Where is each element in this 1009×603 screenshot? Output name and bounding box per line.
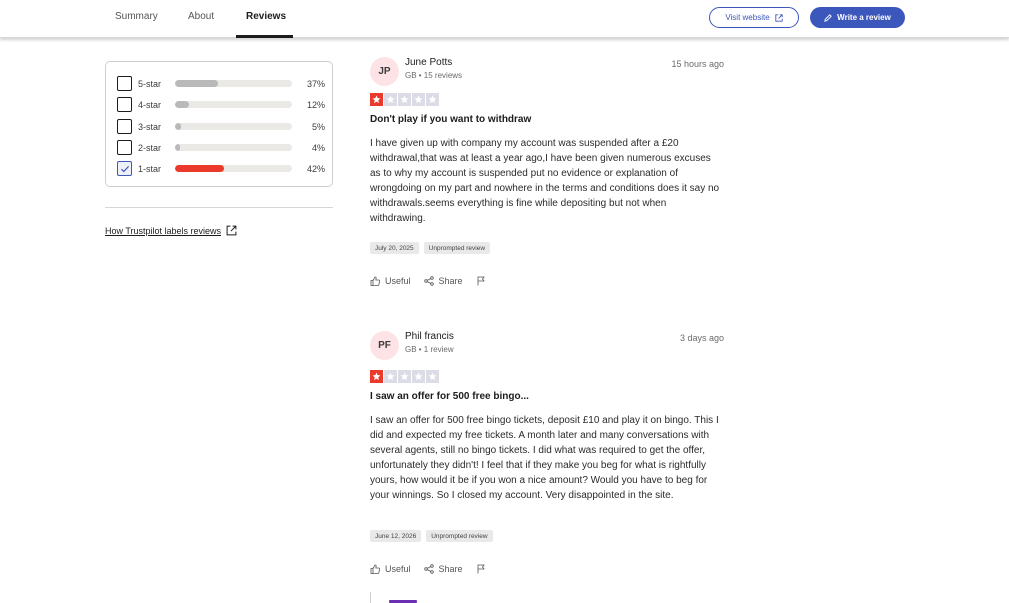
star-icon bbox=[370, 93, 383, 106]
rating-bar-track bbox=[175, 144, 292, 151]
filter-row-1-star[interactable]: 1-star 42% bbox=[117, 160, 325, 177]
filter-row-3-star[interactable]: 3-star 5% bbox=[117, 118, 325, 135]
filter-row-2-star[interactable]: 2-star 4% bbox=[117, 139, 325, 156]
review-tags: June 12, 2026 Unprompted review bbox=[370, 530, 493, 542]
review-title[interactable]: Don't play if you want to withdraw bbox=[370, 114, 531, 125]
reviewer-name[interactable]: June Potts bbox=[405, 57, 452, 68]
rating-bar-fill bbox=[175, 101, 190, 108]
useful-label: Useful bbox=[385, 564, 411, 574]
star-icon bbox=[426, 370, 439, 383]
avatar[interactable]: JP bbox=[370, 57, 399, 86]
sidebar-divider bbox=[105, 207, 333, 208]
star-icon bbox=[398, 93, 411, 106]
flag-icon bbox=[477, 564, 485, 574]
useful-button[interactable]: Useful bbox=[370, 276, 411, 286]
review-body: I saw an offer for 500 free bingo ticket… bbox=[370, 415, 719, 501]
share-label: Share bbox=[438, 276, 463, 286]
review-tags: July 20, 2025 Unprompted review bbox=[370, 242, 491, 254]
share-label: Share bbox=[438, 564, 463, 574]
review-time: 15 hours ago bbox=[671, 59, 724, 69]
how-trustpilot-labels-link[interactable]: How Trustpilot labels reviews bbox=[105, 225, 237, 236]
filter-row-5-star[interactable]: 5-star 37% bbox=[117, 75, 325, 92]
report-button[interactable] bbox=[476, 564, 486, 574]
filter-label: 3-star bbox=[138, 121, 162, 132]
filter-label: 2-star bbox=[138, 142, 162, 153]
filter-percent: 5% bbox=[311, 121, 325, 132]
flag-icon bbox=[477, 276, 485, 286]
review-actions: Useful Share bbox=[370, 276, 486, 286]
tab-about[interactable]: About bbox=[188, 11, 214, 22]
filter-label: 5-star bbox=[138, 78, 162, 89]
source-tag[interactable]: Unprompted review bbox=[426, 530, 493, 542]
share-icon bbox=[423, 276, 434, 286]
active-tab-indicator bbox=[236, 35, 293, 38]
checkbox-4-star[interactable] bbox=[117, 97, 132, 112]
report-button[interactable] bbox=[476, 276, 486, 286]
tab-summary[interactable]: Summary bbox=[115, 11, 158, 22]
review-card: PF Phil francis GB • 1 review 3 days ago… bbox=[370, 331, 724, 581]
review-time: 3 days ago bbox=[679, 333, 724, 343]
tab-reviews[interactable]: Reviews bbox=[246, 11, 286, 22]
star-icon bbox=[398, 370, 411, 383]
filter-percent: 37% bbox=[306, 78, 325, 89]
filter-label: 1-star bbox=[138, 163, 162, 174]
thumbs-up-icon bbox=[370, 276, 380, 286]
source-tag[interactable]: Unprompted review bbox=[423, 242, 491, 254]
review-card: JP June Potts GB • 15 reviews 15 hours a… bbox=[370, 57, 724, 297]
checkbox-3-star[interactable] bbox=[117, 119, 132, 134]
filter-row-4-star[interactable]: 4-star 12% bbox=[117, 96, 325, 113]
avatar[interactable]: PF bbox=[370, 331, 399, 360]
star-icon bbox=[412, 370, 425, 383]
checkmark-icon bbox=[120, 165, 129, 172]
star-icon bbox=[384, 93, 397, 106]
filter-percent: 12% bbox=[306, 99, 325, 110]
pencil-icon bbox=[824, 13, 832, 22]
write-review-label: Write a review bbox=[837, 13, 891, 22]
share-button[interactable]: Share bbox=[423, 564, 463, 574]
rating-bar-track bbox=[175, 123, 292, 130]
useful-button[interactable]: Useful bbox=[370, 564, 411, 574]
reviewer-meta: GB • 15 reviews bbox=[405, 71, 463, 80]
visit-website-label: Visit website bbox=[725, 13, 770, 22]
external-link-icon bbox=[775, 13, 783, 22]
checkbox-5-star[interactable] bbox=[117, 76, 132, 91]
thumbs-up-icon bbox=[370, 564, 380, 574]
star-rating bbox=[370, 93, 439, 106]
star-rating-filter: 5-star 37% 4-star 12% 3-star 5% 2-star 4… bbox=[105, 61, 333, 187]
visit-website-button[interactable]: Visit website bbox=[709, 7, 799, 28]
checkbox-2-star[interactable] bbox=[117, 140, 132, 155]
rating-bar-fill bbox=[175, 144, 180, 151]
filter-percent: 4% bbox=[311, 142, 325, 153]
star-icon bbox=[412, 93, 425, 106]
rating-bar-track bbox=[175, 165, 292, 172]
next-review-edge bbox=[370, 592, 371, 603]
checkbox-1-star[interactable] bbox=[117, 161, 132, 176]
useful-label: Useful bbox=[385, 276, 411, 286]
reviewer-meta: GB • 1 review bbox=[405, 345, 454, 354]
rating-bar-fill bbox=[175, 123, 181, 130]
star-icon bbox=[426, 93, 439, 106]
rating-bar-track bbox=[175, 101, 292, 108]
labels-link-text: How Trustpilot labels reviews bbox=[105, 225, 222, 236]
review-title[interactable]: I saw an offer for 500 free bingo... bbox=[370, 391, 529, 402]
star-icon bbox=[370, 370, 383, 383]
star-icon bbox=[384, 370, 397, 383]
review-actions: Useful Share bbox=[370, 564, 486, 574]
review-body: I have given up with company my account … bbox=[370, 138, 720, 224]
rating-bar-fill bbox=[175, 165, 225, 172]
share-icon bbox=[423, 564, 434, 574]
write-review-button[interactable]: Write a review bbox=[810, 7, 905, 28]
date-tag: July 20, 2025 bbox=[370, 242, 419, 254]
external-link-icon bbox=[226, 225, 237, 236]
top-navigation-bar: Summary About Reviews Visit website Writ… bbox=[0, 0, 1009, 38]
reviewer-name[interactable]: Phil francis bbox=[405, 331, 454, 342]
rating-bar-fill bbox=[175, 80, 219, 87]
rating-bar-track bbox=[175, 80, 292, 87]
filter-percent: 42% bbox=[306, 163, 325, 174]
star-rating bbox=[370, 370, 439, 383]
filter-label: 4-star bbox=[138, 99, 162, 110]
date-tag: June 12, 2026 bbox=[370, 530, 422, 542]
share-button[interactable]: Share bbox=[423, 276, 463, 286]
